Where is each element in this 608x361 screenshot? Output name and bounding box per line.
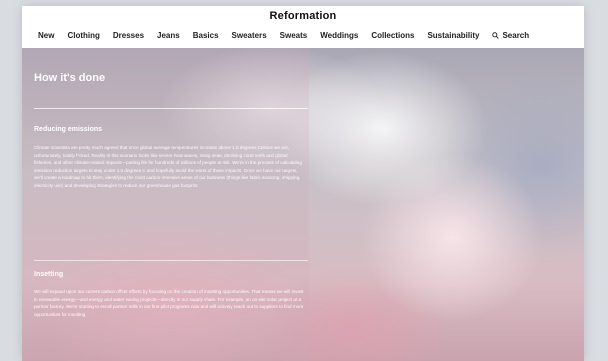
nav-item-sweaters[interactable]: Sweaters (232, 31, 267, 40)
site-header: Reformation New Clothing Dresses Jeans B… (22, 6, 584, 48)
nav-item-dresses[interactable]: Dresses (113, 31, 144, 40)
brand-logo[interactable]: Reformation (22, 10, 584, 22)
section-body-reducing-emissions: Climate scientists are pretty much agree… (34, 145, 302, 188)
hero-cloud-background: How it's done Reducing emissions Climate… (22, 48, 584, 361)
page-title: How it's done (34, 72, 106, 84)
nav-item-clothing[interactable]: Clothing (67, 31, 99, 40)
section-heading-insetting: Insetting (34, 271, 64, 278)
browser-page: Reformation New Clothing Dresses Jeans B… (22, 6, 584, 361)
section-body-insetting: We will expand upon our current carbon o… (34, 289, 304, 317)
nav-item-sweats[interactable]: Sweats (280, 31, 308, 40)
search-label: Search (502, 31, 530, 40)
main-nav: New Clothing Dresses Jeans Basics Sweate… (38, 31, 529, 40)
nav-item-sustainability[interactable]: Sustainability (427, 31, 479, 40)
nav-item-new[interactable]: New (38, 31, 54, 40)
nav-item-collections[interactable]: Collections (371, 31, 414, 40)
search-button[interactable]: Search (492, 31, 529, 40)
nav-item-weddings[interactable]: Weddings (320, 31, 358, 40)
divider (34, 108, 308, 109)
section-heading-reducing-emissions: Reducing emissions (34, 126, 103, 133)
nav-item-jeans[interactable]: Jeans (157, 31, 180, 40)
nav-item-basics[interactable]: Basics (193, 31, 219, 40)
divider (34, 260, 308, 261)
search-icon (492, 32, 500, 39)
